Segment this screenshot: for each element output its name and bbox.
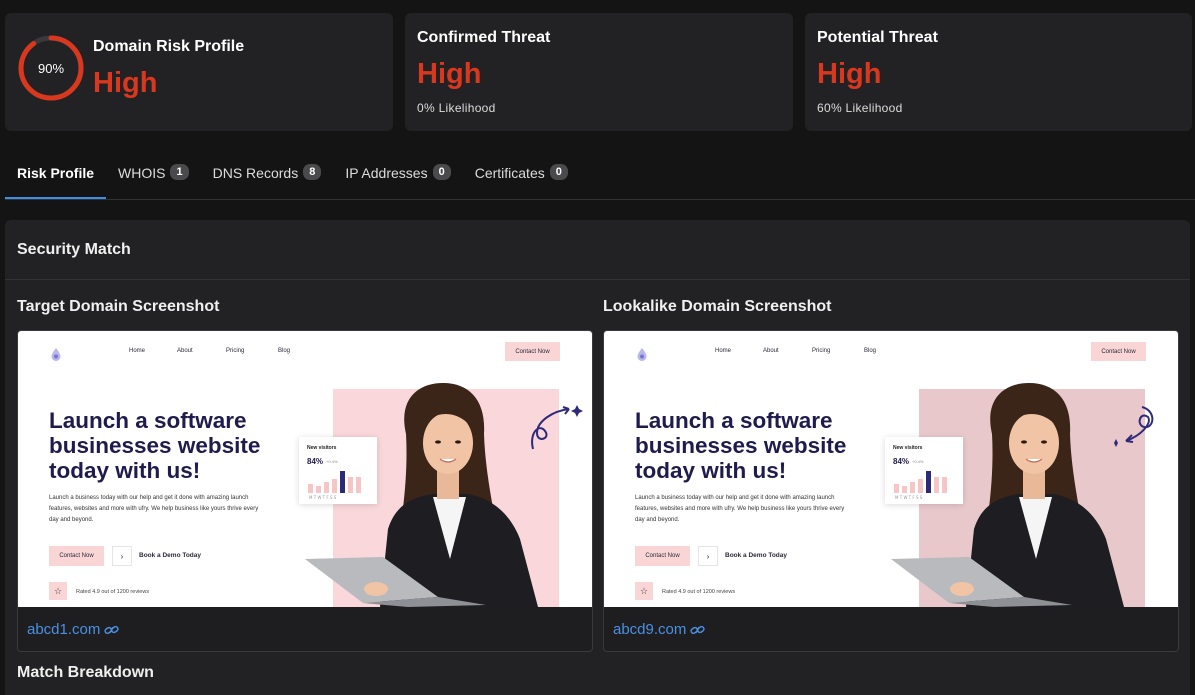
lookalike-screenshot-title: Lookalike Domain Screenshot xyxy=(603,298,832,315)
card-title: Potential Threat xyxy=(817,29,938,46)
card-title: Confirmed Threat xyxy=(417,29,551,46)
site-book-demo: Book a Demo Today xyxy=(725,552,788,559)
visitors-title: New visitors xyxy=(893,445,923,451)
site-book-demo: Book a Demo Today xyxy=(139,552,202,559)
lookalike-screenshot-box: Home About Pricing Blog Contact Now Laun… xyxy=(603,330,1179,652)
tab-ip-addresses[interactable]: IP Addresses 0 xyxy=(333,153,462,199)
target-screenshot-title: Target Domain Screenshot xyxy=(17,298,220,315)
chevron-right-icon: › xyxy=(698,546,718,566)
tab-label: DNS Records xyxy=(212,165,299,181)
site-body: Launch a business today with our help an… xyxy=(635,495,845,523)
tab-risk-profile[interactable]: Risk Profile xyxy=(5,153,107,199)
site-rating: Rated 4.9 out of 1200 reviews xyxy=(76,589,150,595)
likelihood: 60% Likelihood xyxy=(817,101,903,115)
svg-text:M T W T F S S: M T W T F S S xyxy=(895,495,923,500)
site-nav-blog: Blog xyxy=(278,348,291,354)
card-title: Domain Risk Profile xyxy=(93,38,245,55)
link-icon xyxy=(690,625,706,634)
site-nav-about: About xyxy=(177,348,193,354)
tab-label: Certificates xyxy=(474,165,545,181)
domain-text: abcd1.com xyxy=(27,621,101,638)
tab-label: Risk Profile xyxy=(17,165,95,181)
count-badge: 0 xyxy=(432,164,451,180)
threat-level: High xyxy=(417,58,482,90)
site-nav-home: Home xyxy=(715,348,732,354)
site-contact-now: Contact Now xyxy=(49,546,104,566)
match-breakdown-title: Match Breakdown xyxy=(17,664,154,681)
tab-dns-records[interactable]: DNS Records 8 xyxy=(201,153,334,199)
visitors-delta: +0.4% xyxy=(326,459,338,464)
target-domain-link[interactable]: abcd1.com xyxy=(27,621,120,638)
site-contact-now: Contact Now xyxy=(635,546,690,566)
link-icon xyxy=(104,625,120,634)
visitors-mini-bar-chart: M T W T F S S xyxy=(308,471,361,500)
confirmed-threat-card: Confirmed Threat High 0% Likelihood xyxy=(405,13,793,131)
domain-text: abcd9.com xyxy=(613,621,687,638)
decorative-arrow-icon xyxy=(1114,406,1154,447)
svg-text:M T W T F S S: M T W T F S S xyxy=(309,495,337,500)
visitors-delta: +0.4% xyxy=(912,459,924,464)
tab-label: WHOIS xyxy=(118,165,166,181)
count-badge: 0 xyxy=(549,164,568,180)
site-contact-button: Contact Now xyxy=(505,342,560,361)
site-nav-pricing: Pricing xyxy=(226,348,245,354)
site-contact-button: Contact Now xyxy=(1091,342,1146,361)
site-rating: Rated 4.9 out of 1200 reviews xyxy=(662,589,736,595)
visitors-value: 84% xyxy=(893,457,910,466)
site-nav-pricing: Pricing xyxy=(812,348,831,354)
visitors-title: New visitors xyxy=(307,445,337,451)
site-nav-about: About xyxy=(763,348,779,354)
risk-level: High xyxy=(93,67,158,99)
tab-bar: Risk Profile WHOIS 1 DNS Records 8 IP Ad… xyxy=(5,153,1195,200)
tab-certificates[interactable]: Certificates 0 xyxy=(463,153,580,199)
site-headline: Launch a software businesses website tod… xyxy=(635,408,847,483)
visitors-value: 84% xyxy=(307,457,324,466)
likelihood: 0% Likelihood xyxy=(417,101,496,115)
site-nav-home: Home xyxy=(129,348,146,354)
chevron-right-icon: › xyxy=(112,546,132,566)
site-headline: Launch a software businesses website tod… xyxy=(49,408,261,483)
count-badge: 8 xyxy=(303,164,322,180)
site-visitors-card: New visitors 84% +0.4% M T W T F S S xyxy=(885,437,963,504)
tab-whois[interactable]: WHOIS 1 xyxy=(106,153,201,199)
site-body: Launch a business today with our help an… xyxy=(49,495,259,523)
lookalike-domain-link[interactable]: abcd9.com xyxy=(613,621,706,638)
target-screenshot-image[interactable]: Home About Pricing Blog Contact Now Laun… xyxy=(18,331,592,607)
threat-level: High xyxy=(817,58,882,90)
site-visitors-card: New visitors 84% +0.4% M T W T F S S xyxy=(299,437,377,504)
star-icon: ☆ xyxy=(635,582,653,600)
count-badge: 1 xyxy=(170,164,189,180)
visitors-mini-bar-chart: M T W T F S S xyxy=(894,471,947,500)
decorative-arrow-icon xyxy=(531,405,583,450)
risk-percent: 90% xyxy=(37,60,65,76)
domain-risk-card: 90% Domain Risk Profile High xyxy=(5,13,393,131)
target-screenshot-box: Home About Pricing Blog Contact Now Laun… xyxy=(17,330,593,652)
site-nav-blog: Blog xyxy=(864,348,877,354)
drop-logo-icon xyxy=(637,348,647,361)
star-icon: ☆ xyxy=(49,582,67,600)
panel-title: Security Match xyxy=(5,220,1190,280)
drop-logo-icon xyxy=(51,348,61,361)
potential-threat-card: Potential Threat High 60% Likelihood xyxy=(805,13,1192,131)
security-match-panel: Security Match Target Domain Screenshot … xyxy=(5,220,1190,695)
lookalike-screenshot-image[interactable]: Home About Pricing Blog Contact Now Laun… xyxy=(604,331,1178,607)
tab-label: IP Addresses xyxy=(345,165,428,181)
